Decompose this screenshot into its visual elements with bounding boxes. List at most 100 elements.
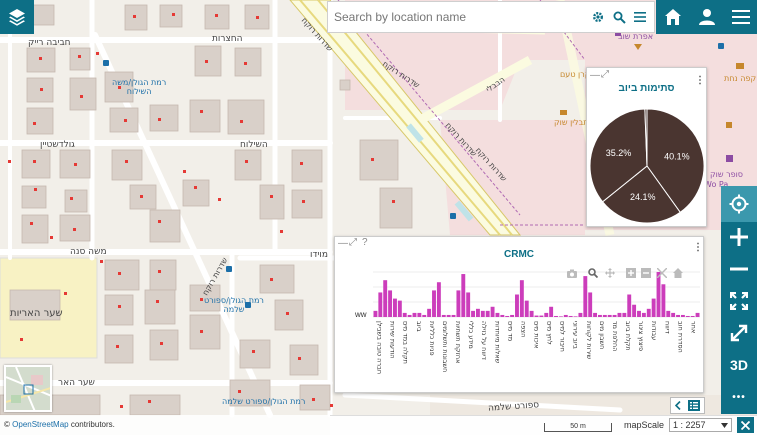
bar[interactable] — [510, 314, 515, 317]
bar[interactable] — [485, 310, 490, 317]
toggle-legend-button[interactable] — [670, 397, 705, 414]
bar[interactable] — [539, 315, 544, 317]
osm-link[interactable]: OpenStreetMap — [12, 420, 68, 429]
bar[interactable] — [490, 306, 495, 317]
bar[interactable] — [446, 314, 451, 317]
bar[interactable] — [412, 312, 417, 317]
pan-icon[interactable] — [605, 268, 615, 278]
x-tick-label: שאלות מיוחדות — [493, 321, 502, 364]
bar[interactable] — [632, 304, 637, 317]
bar[interactable] — [456, 290, 461, 317]
bar[interactable] — [597, 314, 602, 317]
bar[interactable] — [500, 314, 505, 317]
bar[interactable] — [549, 306, 554, 317]
bar[interactable] — [407, 314, 412, 317]
bar[interactable] — [427, 308, 432, 317]
overview-map[interactable] — [4, 365, 52, 412]
pie-chart[interactable]: 40.1% 24.1% 35.2% — [587, 93, 708, 228]
bar[interactable] — [651, 298, 656, 317]
zoom-out-button[interactable] — [721, 253, 757, 285]
bar[interactable] — [397, 300, 402, 317]
3d-button[interactable]: 3D — [721, 349, 757, 381]
bar[interactable] — [656, 272, 661, 317]
home-button[interactable] — [656, 0, 690, 34]
close-bottom-bar-button[interactable] — [737, 417, 754, 433]
bar[interactable] — [422, 314, 427, 317]
expand-icon[interactable]: ⤢ — [601, 70, 609, 80]
bar[interactable] — [607, 314, 612, 317]
bar[interactable] — [666, 310, 671, 317]
bar[interactable] — [495, 312, 500, 317]
bar[interactable] — [612, 314, 617, 317]
search-settings-button[interactable] — [588, 7, 608, 27]
main-menu-button[interactable] — [724, 0, 757, 34]
zoom-in-plot-icon[interactable] — [626, 268, 636, 278]
bar[interactable] — [402, 312, 407, 317]
layers-button[interactable] — [0, 0, 34, 34]
bar[interactable] — [475, 308, 480, 317]
bar[interactable] — [622, 312, 627, 317]
bar[interactable] — [583, 276, 588, 317]
bar[interactable] — [388, 290, 393, 317]
bar[interactable] — [695, 312, 700, 317]
bar[interactable] — [529, 310, 534, 317]
bar[interactable] — [558, 316, 563, 317]
bar[interactable] — [690, 315, 695, 317]
bar[interactable] — [441, 314, 446, 317]
bar[interactable] — [451, 314, 456, 317]
zoom-out-plot-icon[interactable] — [641, 268, 651, 278]
bar[interactable] — [383, 280, 388, 317]
camera-icon[interactable] — [567, 268, 577, 278]
bar[interactable] — [563, 314, 568, 317]
bar[interactable] — [593, 312, 598, 317]
bar[interactable] — [554, 315, 558, 317]
bar[interactable] — [524, 300, 529, 317]
bar-chart[interactable] — [335, 237, 705, 394]
bar[interactable] — [373, 310, 378, 317]
bar[interactable] — [617, 312, 622, 317]
bar[interactable] — [432, 290, 436, 317]
bar[interactable] — [534, 315, 539, 317]
bar[interactable] — [661, 284, 666, 317]
bar[interactable] — [680, 314, 685, 317]
zoom-icon[interactable] — [588, 268, 598, 278]
full-extent-button[interactable] — [721, 285, 757, 317]
bar[interactable] — [602, 314, 607, 317]
fullscreen-button[interactable] — [721, 317, 757, 349]
bar[interactable] — [685, 315, 690, 317]
bar[interactable] — [471, 310, 476, 317]
zoom-in-button[interactable] — [721, 221, 757, 253]
bar[interactable] — [676, 314, 680, 317]
bar[interactable] — [573, 316, 578, 317]
bar[interactable] — [393, 298, 397, 317]
search-button[interactable] — [609, 7, 629, 27]
bar[interactable] — [646, 308, 651, 317]
search-menu-button[interactable] — [630, 7, 650, 27]
bar[interactable] — [568, 315, 573, 317]
bar[interactable] — [544, 312, 549, 317]
poi-label: רמת הגולן/משה השילוח — [112, 78, 167, 96]
bar[interactable] — [461, 274, 466, 317]
bar[interactable] — [641, 312, 646, 317]
bar[interactable] — [627, 294, 632, 318]
bar[interactable] — [505, 315, 510, 317]
bar[interactable] — [515, 294, 519, 318]
bar[interactable] — [466, 292, 471, 317]
user-button[interactable] — [690, 0, 724, 34]
minimize-icon[interactable]: — — [590, 71, 600, 81]
bar[interactable] — [588, 292, 593, 317]
bar[interactable] — [578, 312, 583, 317]
bar[interactable] — [417, 312, 422, 317]
search-input[interactable] — [328, 3, 588, 31]
autoscale-icon[interactable] — [657, 268, 667, 278]
bar[interactable] — [671, 312, 676, 317]
bar[interactable] — [436, 282, 441, 317]
locate-button[interactable] — [721, 186, 757, 222]
map-scale-select[interactable]: 1 : 2257 — [669, 418, 732, 432]
bar[interactable] — [378, 292, 383, 317]
bar[interactable] — [480, 310, 485, 317]
more-button[interactable]: ••• — [721, 381, 757, 413]
bar[interactable] — [637, 310, 641, 317]
bar[interactable] — [519, 280, 524, 317]
reset-axes-icon[interactable] — [673, 268, 683, 278]
